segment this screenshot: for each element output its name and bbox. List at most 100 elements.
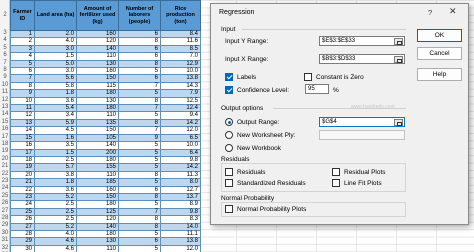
table-cell[interactable]: 30 xyxy=(10,244,35,252)
table-cell[interactable]: 12.5 xyxy=(160,96,201,106)
table-cell[interactable]: 18 xyxy=(10,155,35,165)
normal-probability-checkbox[interactable] xyxy=(225,205,233,213)
table-cell[interactable]: 6 xyxy=(118,74,161,83)
table-cell[interactable]: 5.0 xyxy=(34,59,77,69)
table-cell[interactable]: 140 xyxy=(76,222,119,231)
table-cell[interactable]: 5.2 xyxy=(34,222,77,231)
table-cell[interactable]: 11 xyxy=(10,104,35,113)
table-cell[interactable]: 19 xyxy=(10,163,35,172)
table-cell[interactable]: 14.2 xyxy=(160,163,201,172)
table-cell[interactable]: 5.6 xyxy=(34,74,77,83)
constant-zero-checkbox[interactable] xyxy=(304,73,312,81)
table-cell[interactable]: 180 xyxy=(76,200,119,209)
table-cell[interactable]: 10 xyxy=(10,96,35,106)
help-button[interactable]: Help xyxy=(417,68,462,81)
table-cell[interactable]: 27 xyxy=(10,222,35,231)
ok-button[interactable]: OK xyxy=(417,29,462,42)
table-cell[interactable]: 125 xyxy=(76,207,119,217)
table-cell[interactable]: 6 xyxy=(118,52,161,61)
table-cell[interactable]: 2.5 xyxy=(34,215,77,224)
table-cell[interactable]: 4.5 xyxy=(34,126,77,135)
table-cell[interactable]: 5 xyxy=(118,163,161,172)
table-cell[interactable]: 2.5 xyxy=(34,200,77,209)
table-cell[interactable]: 13.8 xyxy=(160,237,201,246)
table-cell[interactable]: 105 xyxy=(76,133,119,143)
table-cell[interactable]: 6.4 xyxy=(160,148,201,157)
table-cell[interactable]: 130 xyxy=(76,96,119,106)
table-cell[interactable]: 1.5 xyxy=(34,52,77,61)
table-cell[interactable]: 110 xyxy=(76,52,119,61)
table-cell[interactable]: 12.0 xyxy=(160,126,201,135)
table-cell[interactable]: 8 xyxy=(118,59,161,69)
table-cell[interactable]: 13 xyxy=(10,118,35,128)
table-cell[interactable]: 3.0 xyxy=(34,67,77,76)
table-cell[interactable]: 5 xyxy=(118,155,161,165)
table-cell[interactable]: 7.9 xyxy=(160,89,201,98)
table-cell[interactable]: 23 xyxy=(10,192,35,202)
table-cell[interactable]: 21 xyxy=(10,178,35,187)
table-cell[interactable]: 13.8 xyxy=(160,74,201,83)
table-cell[interactable]: 5.9 xyxy=(34,118,77,128)
table-cell[interactable]: 3.5 xyxy=(34,141,77,150)
table-cell[interactable]: 7 xyxy=(10,74,35,83)
table-cell[interactable]: 9 xyxy=(118,133,161,143)
table-cell[interactable]: 180 xyxy=(76,89,119,98)
table-cell[interactable]: 8 xyxy=(118,96,161,106)
table-cell[interactable]: 16 xyxy=(10,141,35,150)
table-cell[interactable]: 1.5 xyxy=(34,148,77,157)
table-cell[interactable]: 8 xyxy=(118,192,161,202)
input-y-range-field[interactable]: $E$3:$E$33 xyxy=(319,36,405,46)
table-cell[interactable]: 20 xyxy=(10,170,35,180)
table-cell[interactable]: 135 xyxy=(76,118,119,128)
table-cell[interactable]: 160 xyxy=(76,29,119,39)
table-cell[interactable]: 10.0 xyxy=(160,67,201,76)
table-cell[interactable]: 7.0 xyxy=(160,52,201,61)
table-cell[interactable]: 6 xyxy=(10,67,35,76)
table-cell[interactable]: 6.5 xyxy=(160,133,201,143)
table-cell[interactable]: 140 xyxy=(76,141,119,150)
table-cell[interactable]: 14 xyxy=(10,126,35,135)
table-cell[interactable]: 180 xyxy=(76,104,119,113)
table-cell[interactable]: 11.6 xyxy=(160,37,201,46)
table-cell[interactable]: 5 xyxy=(118,141,161,150)
table-cell[interactable]: 160 xyxy=(76,67,119,76)
table-cell[interactable]: 120 xyxy=(76,215,119,224)
table-cell[interactable]: 10.0 xyxy=(160,141,201,150)
table-cell[interactable]: 26 xyxy=(10,215,35,224)
labels-checkbox[interactable] xyxy=(225,73,233,81)
table-cell[interactable]: 5 xyxy=(10,59,35,69)
table-cell[interactable]: 4 xyxy=(10,52,35,61)
table-cell[interactable]: 180 xyxy=(76,155,119,165)
table-cell[interactable]: 150 xyxy=(76,192,119,202)
new-worksheet-ply-field[interactable] xyxy=(319,130,405,140)
help-icon[interactable]: ? xyxy=(428,8,432,17)
table-cell[interactable]: 9.8 xyxy=(160,207,201,217)
confidence-level-checkbox[interactable] xyxy=(225,86,233,94)
table-cell[interactable]: 155 xyxy=(76,163,119,172)
table-cell[interactable]: 14.3 xyxy=(160,81,201,91)
table-cell[interactable]: 8 xyxy=(10,81,35,91)
table-cell[interactable]: 14.0 xyxy=(160,222,201,231)
table-cell[interactable]: 8 xyxy=(118,222,161,231)
table-cell[interactable]: 9.4 xyxy=(160,111,201,120)
table-cell[interactable]: 5 xyxy=(118,111,161,120)
table-cell[interactable]: 6 xyxy=(118,237,161,246)
table-cell[interactable]: 200 xyxy=(76,148,119,157)
table-cell[interactable]: 1 xyxy=(10,29,35,39)
table-cell[interactable]: 5 xyxy=(118,244,161,252)
table-cell[interactable]: 5 xyxy=(118,89,161,98)
output-range-field[interactable]: $G$4 xyxy=(319,117,405,127)
table-cell[interactable]: 4.6 xyxy=(34,244,77,252)
table-cell[interactable]: 6 xyxy=(118,185,161,194)
table-cell[interactable]: 5 xyxy=(118,229,161,239)
table-cell[interactable]: 110 xyxy=(76,170,119,180)
table-cell[interactable]: 12.7 xyxy=(160,185,201,194)
table-cell[interactable]: 5.8 xyxy=(34,81,77,91)
table-cell[interactable]: 1.6 xyxy=(34,133,77,143)
table-cell[interactable]: 8.3 xyxy=(160,215,201,224)
table-cell[interactable]: 29 xyxy=(10,237,35,246)
table-cell[interactable]: 12 xyxy=(10,111,35,120)
table-cell[interactable]: 11.1 xyxy=(160,229,201,239)
close-icon[interactable]: ✕ xyxy=(449,6,457,17)
table-cell[interactable]: 5.2 xyxy=(34,192,77,202)
